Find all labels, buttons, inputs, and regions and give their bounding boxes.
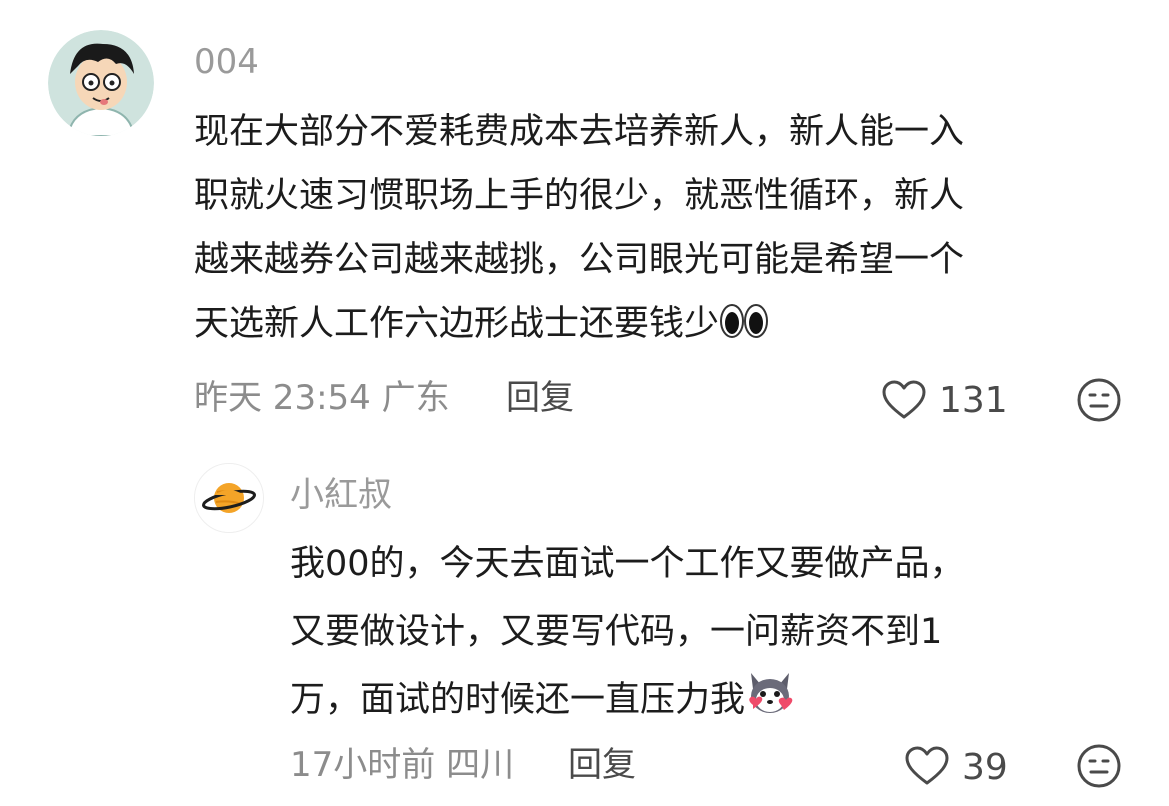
comment-line-1: 现在大部分不爱耗费成本去培养新人，新人能一入 — [194, 112, 965, 152]
comment-reply-button[interactable]: 回复 — [506, 381, 574, 415]
comment-line-4: 天选新人工作六边形战士还要钱少 — [194, 292, 769, 362]
reply-avatar[interactable] — [194, 463, 264, 533]
reply-line-1: 我00的，今天去面试一个工作又要做产品， — [290, 544, 965, 584]
heart-icon[interactable] — [881, 380, 927, 424]
comment-meta: 昨天 23:54 广东 — [194, 378, 450, 418]
reply-meta: 17小时前 四川 — [290, 745, 515, 785]
planet-avatar-icon — [195, 464, 263, 532]
husky-heart-emoji-icon — [745, 669, 795, 738]
reply-reply-button[interactable]: 回复 — [568, 748, 636, 782]
eyes-emoji-icon — [719, 298, 769, 362]
avatar[interactable] — [48, 30, 154, 136]
comment-like-count: 131 — [939, 380, 1008, 421]
reply-username[interactable]: 小紅叔 — [290, 478, 392, 512]
comment-line-3: 越来越券公司越来越挑，公司眼光可能是希望一个 — [194, 240, 965, 280]
reply-line-3-text: 万，面试的时候还一直压力我 — [290, 680, 746, 720]
reply-line-3: 万，面试的时候还一直压力我 — [290, 668, 795, 738]
reply-like-count: 39 — [962, 747, 1008, 788]
reply-meh-face-icon[interactable] — [1076, 743, 1122, 793]
meh-face-icon[interactable] — [1076, 377, 1122, 427]
cartoon-boy-avatar-icon — [48, 30, 154, 136]
comment-username[interactable]: 004 — [194, 45, 259, 79]
reply-heart-icon[interactable] — [904, 746, 950, 790]
reply-line-2: 又要做设计，又要写代码，一问薪资不到1 — [290, 612, 943, 652]
comment-line-4-text: 天选新人工作六边形战士还要钱少 — [194, 304, 720, 344]
comment-line-2: 职就火速习惯职场上手的很少，就恶性循环，新人 — [194, 176, 965, 216]
